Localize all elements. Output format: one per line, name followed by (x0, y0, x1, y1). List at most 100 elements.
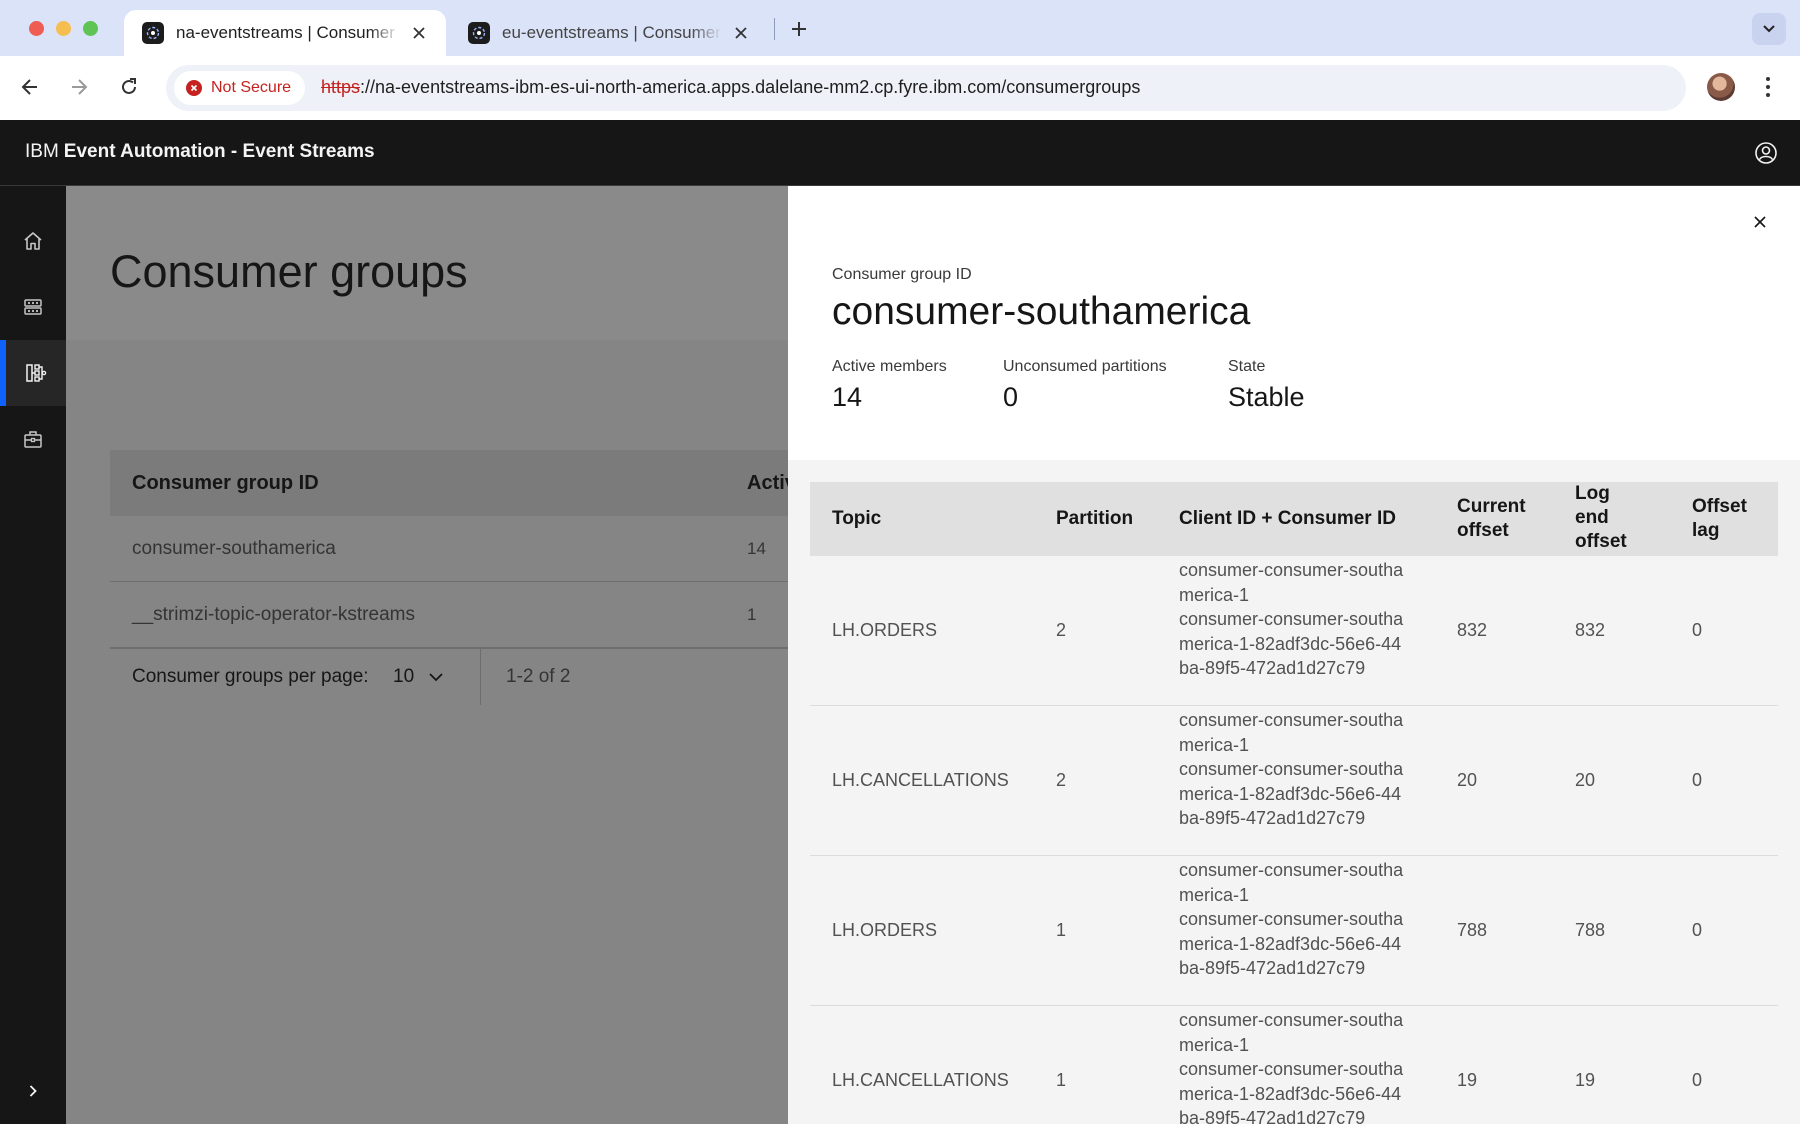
column-header-offset-lag[interactable]: Offset lag (1692, 495, 1762, 543)
sidenav-item-toolbox[interactable] (0, 406, 66, 472)
consumer-groups-icon (26, 364, 47, 382)
window-close-button[interactable] (29, 21, 44, 36)
topic-cell: LH.ORDERS (832, 920, 938, 940)
profile-avatar[interactable] (1707, 73, 1735, 101)
client-consumer-id-cell: consumer-consumer-southamerica-1 consume… (1179, 558, 1409, 681)
consumer-id: consumer-consumer-southamerica-1-82adf3d… (1179, 1059, 1404, 1124)
brand-product: Event Automation - Event Streams (63, 141, 375, 162)
browser-menu-kebab-icon[interactable] (1758, 71, 1778, 103)
forward-arrow-icon[interactable] (62, 70, 96, 104)
topic-cell: LH.CANCELLATIONS (832, 770, 1009, 790)
sidenav-item-topics[interactable] (0, 274, 66, 340)
client-id: consumer-consumer-southamerica-1 (1179, 710, 1404, 755)
panel-header: Consumer group ID consumer-southamerica … (788, 186, 1800, 460)
close-tab-icon[interactable] (730, 22, 752, 44)
stat-label: State (1228, 358, 1266, 375)
tab-search-chevron-down-icon[interactable] (1752, 13, 1786, 45)
group-id-value: consumer-southamerica (832, 290, 1251, 333)
partition-cell: 2 (1056, 620, 1067, 640)
current-offset-cell: 832 (1457, 620, 1488, 640)
column-header-topic[interactable]: Topic (832, 507, 881, 531)
stat-state: State Stable (1228, 358, 1305, 413)
brand-ibm: IBM (25, 141, 59, 162)
offset-lag-cell: 0 (1692, 620, 1703, 640)
current-offset-cell: 788 (1457, 920, 1488, 940)
address-bar[interactable]: Not Secure https://na-eventstreams-ibm-e… (166, 65, 1686, 111)
new-tab-plus-icon[interactable] (784, 14, 814, 44)
browser-toolbar: Not Secure https://na-eventstreams-ibm-e… (0, 56, 1800, 120)
partition-cell: 1 (1056, 920, 1067, 940)
modal-overlay[interactable] (66, 186, 788, 1124)
client-consumer-id-cell: consumer-consumer-southamerica-1 consume… (1179, 1008, 1409, 1124)
tab-separator (774, 18, 775, 40)
event-streams-favicon-icon (142, 22, 164, 44)
back-arrow-icon[interactable] (13, 70, 47, 104)
table-row[interactable]: LH.CANCELLATIONS 2 consumer-consumer-sou… (810, 706, 1778, 856)
offset-lag-cell: 0 (1692, 1070, 1703, 1090)
client-id: consumer-consumer-southamerica-1 (1179, 1010, 1404, 1055)
url-scheme: https (321, 77, 361, 97)
table-row[interactable]: LH.ORDERS 2 consumer-consumer-southameri… (810, 556, 1778, 706)
app-brand[interactable]: IBM Event Automation - Event Streams (25, 141, 375, 163)
log-end-offset-cell: 832 (1575, 620, 1606, 640)
window-zoom-button[interactable] (83, 21, 98, 36)
browser-tab-eu-eventstreams[interactable]: eu-eventstreams | Consumer groups (450, 10, 768, 56)
column-header-log-end-offset[interactable]: Log end offset (1575, 482, 1639, 554)
not-secure-label: Not Secure (211, 79, 292, 96)
table-header: Topic Partition Client ID + Consumer ID … (810, 482, 1778, 556)
tab-title: na-eventstreams | Consumer groups (176, 23, 400, 42)
column-header-current-offset[interactable]: Current offset (1457, 495, 1547, 543)
client-consumer-id-cell: consumer-consumer-southamerica-1 consume… (1179, 858, 1409, 981)
expand-sidenav-button[interactable] (0, 1058, 66, 1124)
table-row[interactable]: LH.CANCELLATIONS 1 consumer-consumer-sou… (810, 1006, 1778, 1124)
log-end-offset-cell: 20 (1575, 770, 1596, 790)
table-row[interactable]: LH.ORDERS 1 consumer-consumer-southameri… (810, 856, 1778, 1006)
stat-label: Unconsumed partitions (1003, 358, 1167, 375)
client-id: consumer-consumer-southamerica-1 (1179, 860, 1404, 905)
topic-cell: LH.ORDERS (832, 620, 938, 640)
partition-cell: 1 (1056, 1070, 1067, 1090)
partition-cell: 2 (1056, 770, 1067, 790)
app-header: IBM Event Automation - Event Streams (0, 120, 1800, 186)
home-icon (24, 232, 42, 250)
topic-cell: LH.CANCELLATIONS (832, 1070, 1009, 1090)
stat-value: 0 (1003, 382, 1019, 412)
consumer-id: consumer-consumer-southamerica-1-82adf3d… (1179, 609, 1404, 678)
log-end-offset-cell: 788 (1575, 920, 1606, 940)
event-streams-favicon-icon (468, 22, 490, 44)
stat-active-members: Active members 14 (832, 358, 947, 413)
user-profile-icon[interactable] (1750, 137, 1782, 169)
browser-tab-na-eventstreams[interactable]: na-eventstreams | Consumer groups (124, 10, 446, 56)
offset-lag-cell: 0 (1692, 770, 1703, 790)
close-panel-icon[interactable] (1744, 206, 1776, 238)
url-path: ://na-eventstreams-ibm-es-ui-north-ameri… (360, 77, 1141, 97)
consumer-group-details-panel: Consumer group ID consumer-southamerica … (788, 186, 1800, 1124)
offset-lag-cell: 0 (1692, 920, 1703, 940)
browser-tab-strip: na-eventstreams | Consumer groups eu-eve… (0, 0, 1800, 56)
group-id-label: Consumer group ID (832, 266, 972, 283)
log-end-offset-cell: 19 (1575, 1070, 1596, 1090)
stat-value: Stable (1228, 382, 1305, 412)
client-consumer-id-cell: consumer-consumer-southamerica-1 consume… (1179, 708, 1409, 831)
sidenav-item-consumer-groups[interactable] (0, 340, 66, 406)
tab-title: eu-eventstreams | Consumer groups (502, 23, 722, 42)
not-secure-warning-icon (186, 80, 202, 96)
consumer-id: consumer-consumer-southamerica-1-82adf3d… (1179, 759, 1404, 828)
window-minimize-button[interactable] (56, 21, 71, 36)
side-navigation (0, 186, 66, 1124)
toolbox-icon (24, 431, 42, 448)
sidenav-item-home[interactable] (0, 208, 66, 274)
url-text[interactable]: https://na-eventstreams-ibm-es-ui-north-… (321, 77, 1140, 98)
stat-unconsumed-partitions: Unconsumed partitions 0 (1003, 358, 1167, 413)
column-header-partition[interactable]: Partition (1056, 507, 1133, 531)
close-tab-icon[interactable] (408, 22, 430, 44)
column-header-client-consumer-id[interactable]: Client ID + Consumer ID (1179, 507, 1396, 531)
stat-value: 14 (832, 382, 863, 412)
site-security-chip[interactable]: Not Secure (174, 71, 306, 105)
stat-label: Active members (832, 358, 947, 375)
topics-icon (24, 299, 42, 315)
partition-assignments-table: Topic Partition Client ID + Consumer ID … (810, 482, 1778, 1124)
client-id: consumer-consumer-southamerica-1 (1179, 560, 1404, 605)
reload-icon[interactable] (112, 70, 146, 104)
consumer-id: consumer-consumer-southamerica-1-82adf3d… (1179, 909, 1404, 978)
